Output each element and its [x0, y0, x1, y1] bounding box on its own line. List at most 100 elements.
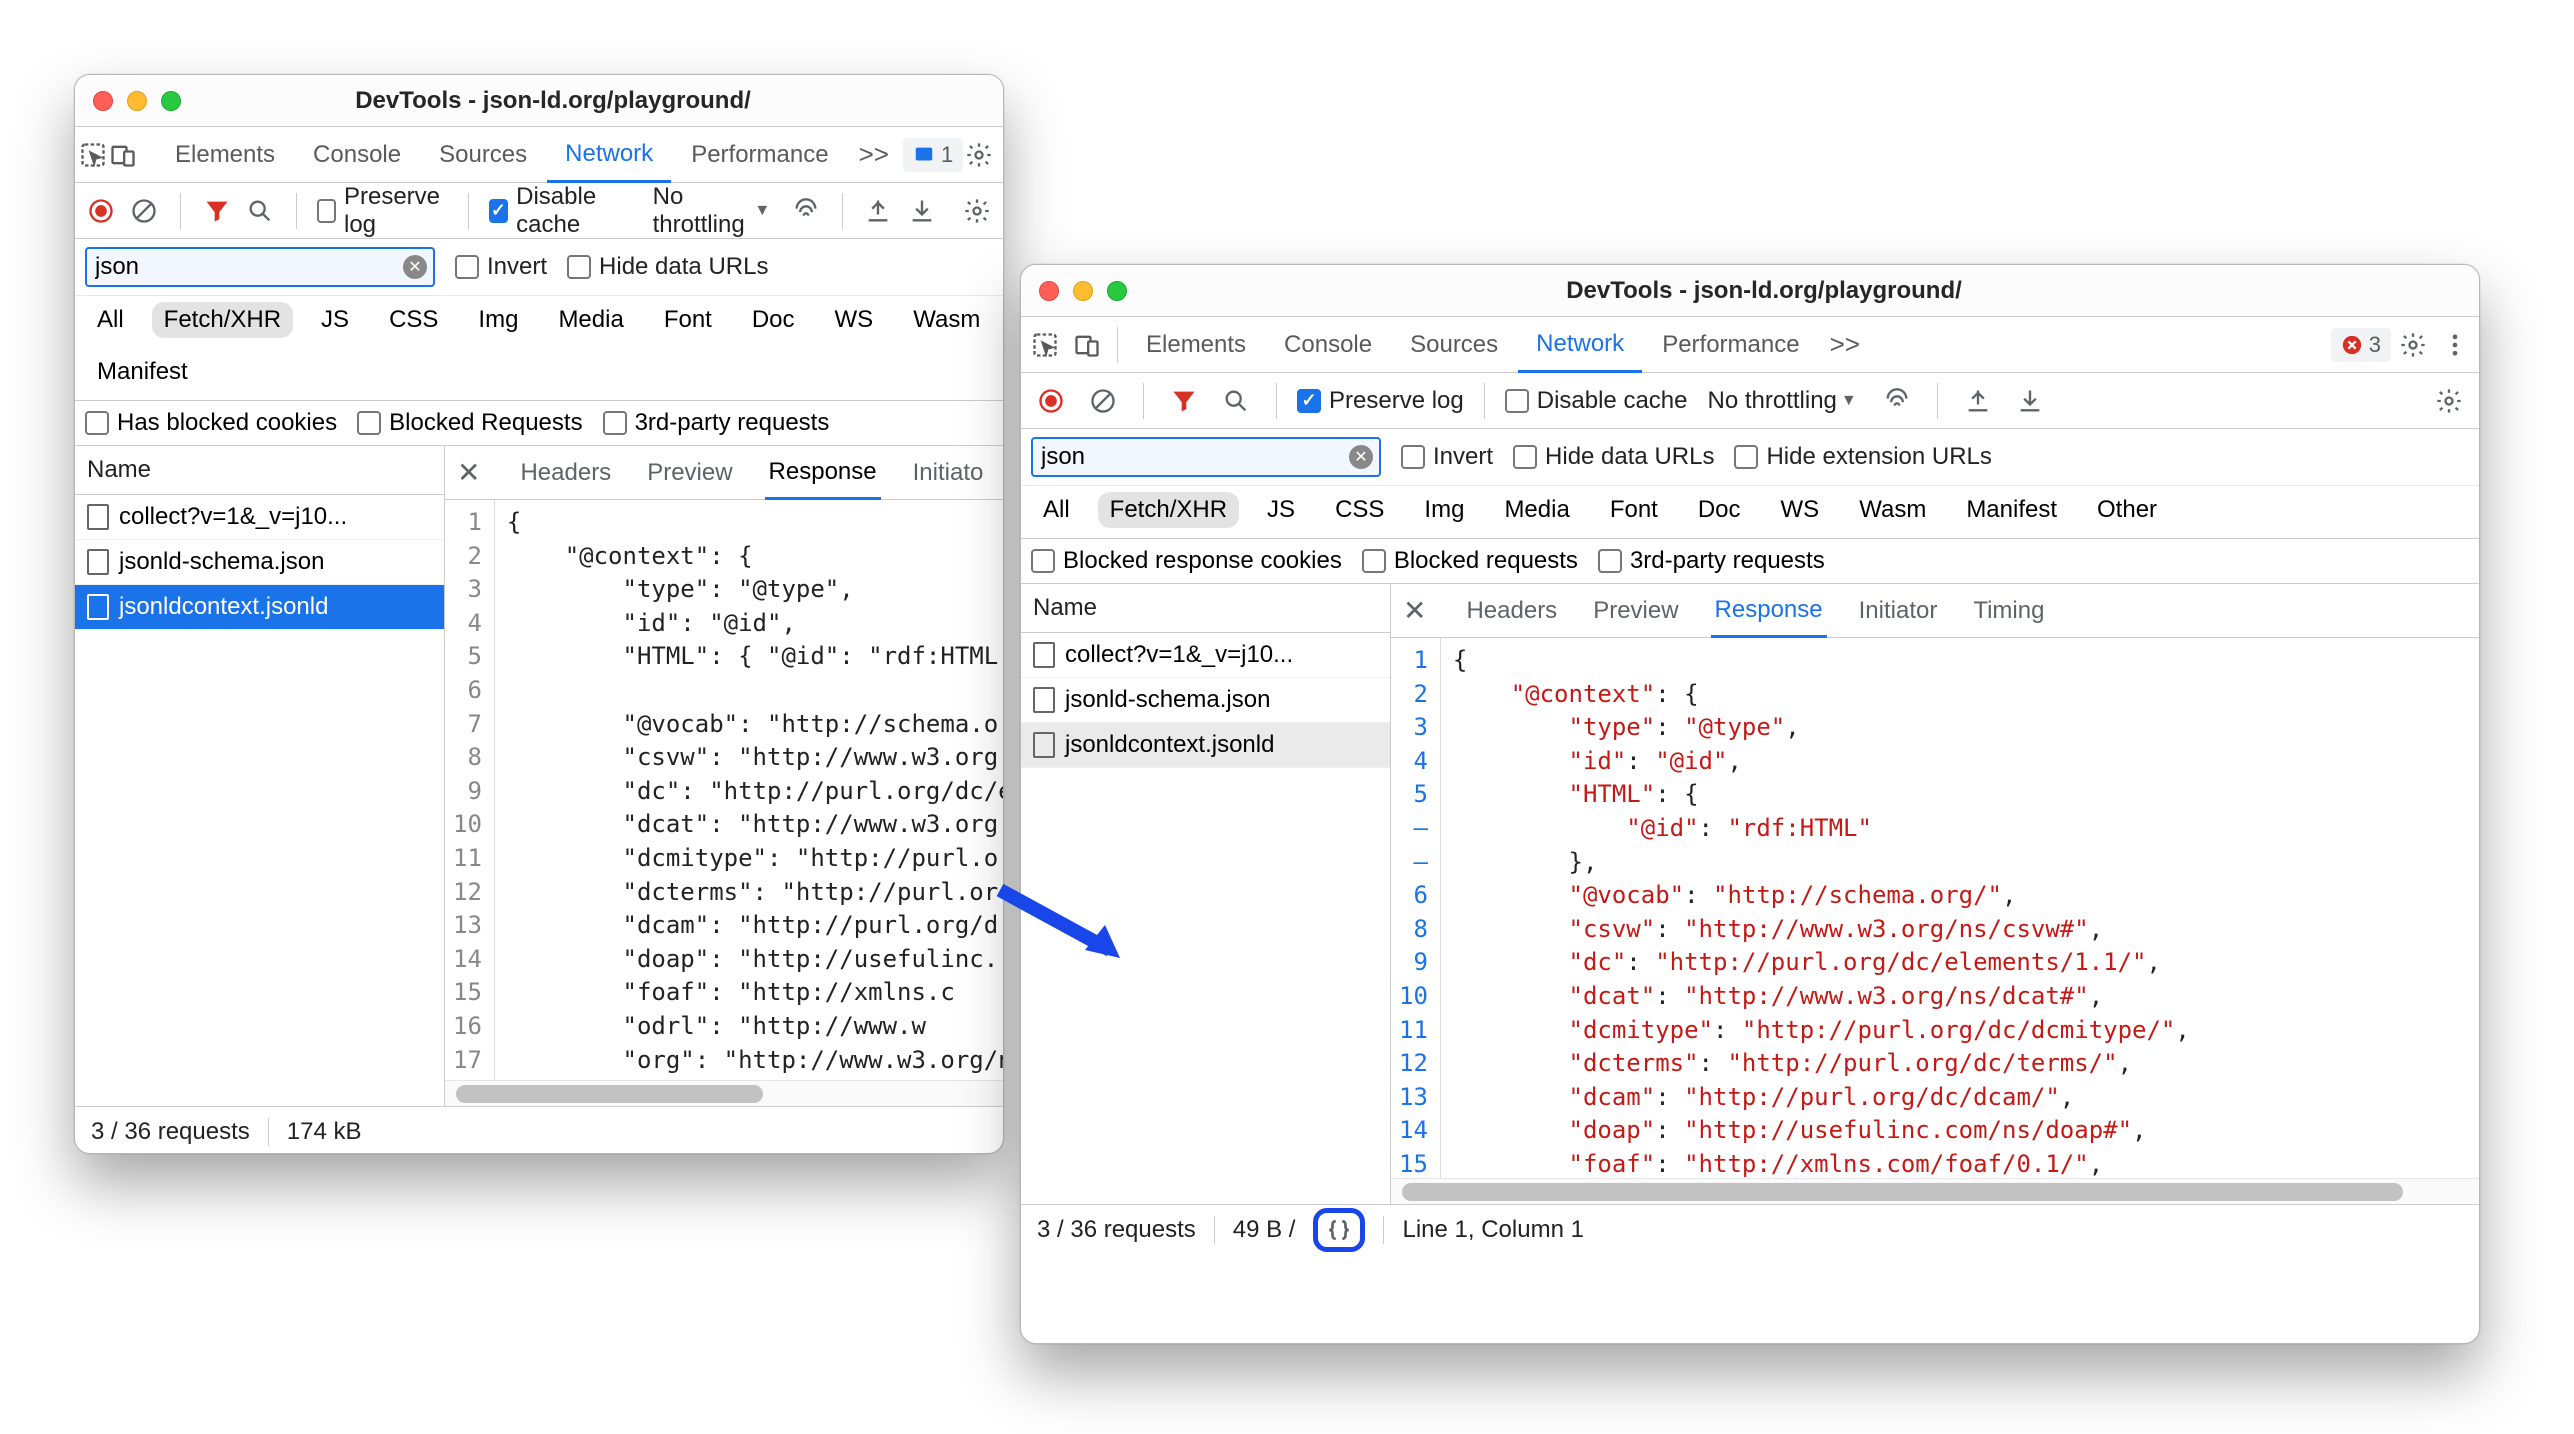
record-icon[interactable]: [1031, 381, 1071, 421]
hide-data-urls-checkbox[interactable]: Hide data URLs: [1513, 443, 1714, 471]
type-fetch[interactable]: Fetch/XHR: [1098, 492, 1239, 528]
type-all[interactable]: All: [1031, 492, 1082, 528]
preserve-log-checkbox[interactable]: Preserve log: [1297, 387, 1464, 415]
type-js[interactable]: JS: [1255, 492, 1307, 528]
blocked-cookies-checkbox[interactable]: Has blocked cookies: [85, 409, 337, 437]
more-menu-icon[interactable]: [2435, 325, 2475, 365]
type-all[interactable]: All: [85, 302, 136, 338]
type-css[interactable]: CSS: [1323, 492, 1396, 528]
maximize-window-button[interactable]: [161, 91, 181, 111]
blocked-cookies-checkbox[interactable]: Blocked response cookies: [1031, 547, 1342, 575]
network-conditions-icon[interactable]: [1877, 381, 1917, 421]
disable-cache-checkbox[interactable]: Disable cache: [1505, 387, 1688, 415]
tab-sources[interactable]: Sources: [1392, 317, 1516, 372]
device-mode-icon[interactable]: [1067, 325, 1107, 365]
tab-initiator[interactable]: Initiato: [909, 446, 988, 499]
type-media[interactable]: Media: [1492, 492, 1581, 528]
clear-icon[interactable]: [1083, 381, 1123, 421]
tab-response[interactable]: Response: [765, 447, 881, 500]
more-tabs-button[interactable]: >>: [849, 139, 899, 170]
third-party-checkbox[interactable]: 3rd-party requests: [1598, 547, 1825, 575]
type-fetch[interactable]: Fetch/XHR: [152, 302, 293, 338]
disable-cache-checkbox[interactable]: Disable cache: [489, 183, 633, 239]
issues-badge[interactable]: 1: [903, 138, 963, 172]
filter-input[interactable]: [1031, 437, 1381, 477]
type-img[interactable]: Img: [1412, 492, 1476, 528]
settings-icon[interactable]: [965, 135, 993, 175]
export-har-icon[interactable]: [1958, 381, 1998, 421]
preserve-log-checkbox[interactable]: Preserve log: [317, 183, 448, 239]
response-body[interactable]: { "@context": { "type": "@type", "id": "…: [1441, 638, 2190, 1178]
record-icon[interactable]: [85, 191, 117, 231]
request-row[interactable]: jsonld-schema.json: [1021, 678, 1390, 723]
type-doc[interactable]: Doc: [1686, 492, 1753, 528]
type-ws[interactable]: WS: [823, 302, 886, 338]
tab-performance[interactable]: Performance: [673, 127, 846, 182]
type-manifest[interactable]: Manifest: [85, 354, 200, 390]
maximize-window-button[interactable]: [1107, 281, 1127, 301]
more-tabs-button[interactable]: >>: [1820, 329, 1870, 360]
tab-console[interactable]: Console: [295, 127, 419, 182]
invert-checkbox[interactable]: Invert: [1401, 443, 1493, 471]
tab-elements[interactable]: Elements: [1128, 317, 1264, 372]
blocked-requests-checkbox[interactable]: Blocked Requests: [357, 409, 582, 437]
tab-headers[interactable]: Headers: [1462, 584, 1561, 637]
filter-input[interactable]: [85, 247, 435, 287]
third-party-checkbox[interactable]: 3rd-party requests: [603, 409, 830, 437]
search-icon[interactable]: [244, 191, 276, 231]
tab-sources[interactable]: Sources: [421, 127, 545, 182]
request-row[interactable]: jsonld-schema.json: [75, 540, 444, 585]
settings-icon[interactable]: [2393, 325, 2433, 365]
request-row[interactable]: collect?v=1&_v=j10...: [1021, 633, 1390, 678]
type-wasm[interactable]: Wasm: [901, 302, 992, 338]
name-column-header[interactable]: Name: [1021, 584, 1390, 633]
blocked-requests-checkbox[interactable]: Blocked requests: [1362, 547, 1578, 575]
network-settings-icon[interactable]: [961, 191, 993, 231]
filter-icon[interactable]: [1164, 381, 1204, 421]
minimize-window-button[interactable]: [127, 91, 147, 111]
response-body[interactable]: { "@context": { "type": "@type", "id": "…: [495, 500, 1003, 1080]
clear-filter-icon[interactable]: ✕: [403, 255, 427, 279]
tab-network[interactable]: Network: [1518, 318, 1642, 373]
more-menu-icon[interactable]: [995, 135, 1004, 175]
inspect-icon[interactable]: [1025, 325, 1065, 365]
tab-console[interactable]: Console: [1266, 317, 1390, 372]
type-wasm[interactable]: Wasm: [1847, 492, 1938, 528]
invert-checkbox[interactable]: Invert: [455, 253, 547, 281]
tab-preview[interactable]: Preview: [1589, 584, 1682, 637]
clear-icon[interactable]: [129, 191, 161, 231]
tab-timing[interactable]: Timing: [1969, 584, 2048, 637]
request-row[interactable]: collect?v=1&_v=j10...: [75, 495, 444, 540]
import-har-icon[interactable]: [906, 191, 938, 231]
minimize-window-button[interactable]: [1073, 281, 1093, 301]
tab-preview[interactable]: Preview: [643, 446, 736, 499]
tab-response[interactable]: Response: [1711, 585, 1827, 638]
hide-extension-urls-checkbox[interactable]: Hide extension URLs: [1734, 443, 1991, 471]
tab-headers[interactable]: Headers: [516, 446, 615, 499]
tab-initiator[interactable]: Initiator: [1855, 584, 1942, 637]
type-manifest[interactable]: Manifest: [1954, 492, 2069, 528]
device-mode-icon[interactable]: [109, 135, 137, 175]
close-pane-icon[interactable]: ✕: [1403, 594, 1426, 627]
search-icon[interactable]: [1216, 381, 1256, 421]
type-css[interactable]: CSS: [377, 302, 450, 338]
tab-network[interactable]: Network: [547, 128, 671, 183]
close-pane-icon[interactable]: ✕: [457, 456, 480, 489]
type-js[interactable]: JS: [309, 302, 361, 338]
clear-filter-icon[interactable]: ✕: [1349, 445, 1373, 469]
hide-data-urls-checkbox[interactable]: Hide data URLs: [567, 253, 768, 281]
close-window-button[interactable]: [93, 91, 113, 111]
throttling-select[interactable]: No throttling▼: [1699, 387, 1864, 415]
type-doc[interactable]: Doc: [740, 302, 807, 338]
inspect-icon[interactable]: [79, 135, 107, 175]
throttling-select[interactable]: No throttling▼: [645, 183, 779, 239]
export-har-icon[interactable]: [862, 191, 894, 231]
import-har-icon[interactable]: [2010, 381, 2050, 421]
tab-elements[interactable]: Elements: [157, 127, 293, 182]
h-scrollbar[interactable]: [445, 1080, 1003, 1106]
request-row[interactable]: jsonldcontext.jsonld: [1021, 723, 1390, 768]
type-font[interactable]: Font: [1598, 492, 1670, 528]
type-other[interactable]: Other: [2085, 492, 2169, 528]
network-conditions-icon[interactable]: [790, 191, 822, 231]
errors-badge[interactable]: 3: [2331, 328, 2391, 362]
